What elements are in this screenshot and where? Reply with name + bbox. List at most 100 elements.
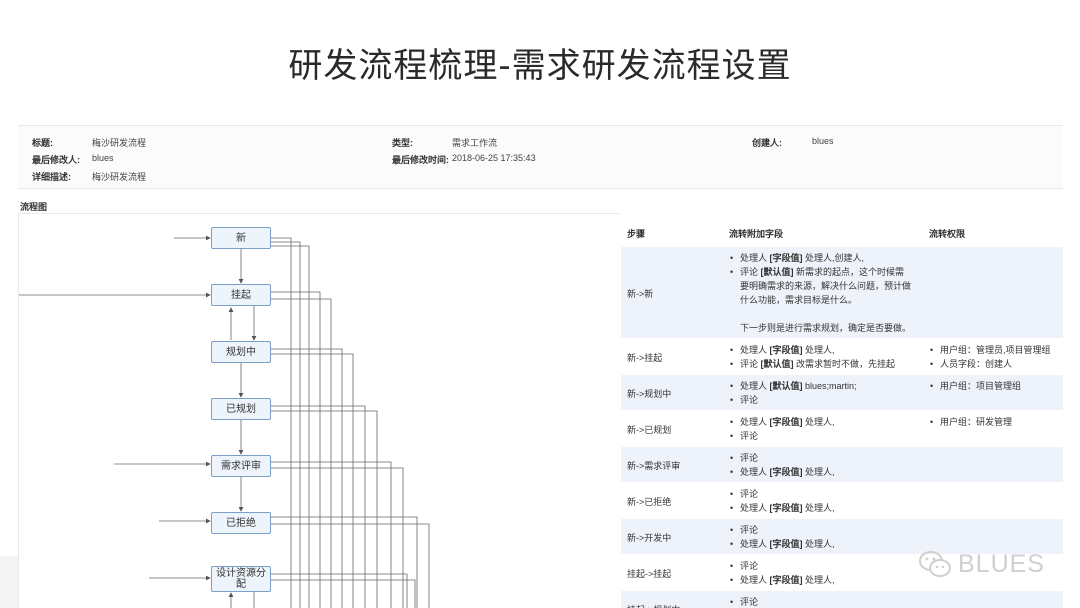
type-value: 需求工作流 [452,138,498,148]
field-value: blues;martin; [802,381,857,391]
field-kind: [字段值] [769,467,803,477]
workflow-meta-panel: 标题: 梅沙研发流程 类型: 需求工作流 创建人: blues 最后修改人: b… [18,125,1063,189]
field-value: 改需求暂时不做，先挂起 [793,359,896,369]
row-fields: 评论处理人 [字段值] 处理人, [729,487,929,515]
perm-item: 人员字段：创建人 [929,357,1063,371]
field-item: 评论 [729,487,929,501]
field-kind: [字段值] [769,345,803,355]
node-suspended[interactable]: 挂起 [211,284,271,306]
modifier-label: 最后修改人: [32,155,80,165]
type-label: 类型: [392,138,413,148]
field-kind: [默认值] [760,359,794,369]
row-fields: 处理人 [字段值] 处理人,创建人, 评论 [默认值] 新需求的起点，这个时候需要… [729,251,929,335]
row-step: 新->新 [627,289,654,299]
node-planned[interactable]: 已规划 [211,398,271,420]
table-row: 新->需求评审 评论处理人 [字段值] 处理人, [621,447,1063,483]
row-fields: 处理人 [字段值] 处理人,评论 [默认值] 改需求暂时不做，先挂起 [729,343,929,371]
field-name: 评论 [740,525,759,535]
field-kind: [字段值] [769,575,803,585]
field-name: 处理人 [740,575,770,585]
row-perms: 用户组：项目管理组 [929,379,1063,393]
field-value: 处理人, [802,503,835,513]
node-design-resource-allocation[interactable]: 设计资源分配 [211,566,271,592]
field-item [729,307,929,321]
row-step: 新->开发中 [627,533,672,543]
field-name: 评论 [740,453,759,463]
perm-item: 用户组：研发管理 [929,415,1063,429]
field-kind: [字段值] [769,417,803,427]
row-step: 新->已拒绝 [627,497,672,507]
field-kind: [默认值] [760,267,794,277]
watermark-text: BLUES [958,549,1045,578]
field-item: 处理人 [字段值] 处理人, [729,537,929,551]
field-item: 处理人 [字段值] 处理人, [729,501,929,515]
field-name: 评论 [740,359,761,369]
slide-title: 研发流程梳理-需求研发流程设置 [288,46,792,86]
field-name: 评论 [740,395,759,405]
field-value: 下一步则是进行需求规划，确定是否要做。 [740,323,912,333]
field-item: 处理人 [字段值] 处理人, [729,343,929,357]
node-new[interactable]: 新 [211,227,271,249]
row-step: 新->需求评审 [627,461,681,471]
field-value: 处理人, [802,575,835,585]
field-item: 评论 [729,523,929,537]
row-step: 新->已规划 [627,425,672,435]
modifier-value: blues [92,153,114,163]
row-fields: 评论处理人 [字段值] 处理人, [729,451,929,479]
node-review[interactable]: 需求评审 [211,455,271,477]
field-value: 什么功能，需求目标是什么。 [740,295,858,305]
row-step: 新->挂起 [627,353,663,363]
title-value: 梅沙研发流程 [92,138,147,148]
field-item: 下一步则是进行需求规划，确定是否要做。 [729,321,929,335]
field-item: 评论 [729,429,929,443]
row-fields: 评论处理人 [字段值] 处理人, [729,523,929,551]
title-label: 标题: [32,138,53,148]
table-row: 新->挂起处理人 [字段值] 处理人,评论 [默认值] 改需求暂时不做，先挂起用… [621,339,1063,375]
field-item: 处理人 [字段值] 处理人, [729,465,929,479]
creator-label: 创建人: [752,138,782,148]
header-fields: 流转附加字段 [729,229,784,239]
workflow-diagram: 新 挂起 规划中 已规划 需求评审 已拒绝 设计资源分配 [18,213,619,608]
field-value: 新需求的起点，这个时候需 [793,267,905,277]
perm-item: 用户组：管理员,项目管理组 [929,343,1063,357]
field-value: 处理人, [802,417,835,427]
workflow-connectors [19,235,430,608]
field-name: 评论 [740,561,759,571]
field-name: 评论 [740,597,759,607]
node-rejected[interactable]: 已拒绝 [211,512,271,534]
field-value: 处理人,创建人, [802,253,865,263]
table-row: 新->规划中 处理人 [默认值] blues;martin; 评论 用户组：项目管理组 [621,375,1063,411]
row-perms: 用户组：研发管理 [929,415,1063,429]
field-name: 处理人 [740,467,770,477]
row-perms: 用户组：管理员,项目管理组人员字段：创建人 [929,343,1063,371]
row-fields: 处理人 [字段值] 处理人, 评论 [729,415,929,443]
field-name: 处理人 [740,381,770,391]
field-name: 处理人 [740,503,770,513]
table-row: 新->已拒绝 评论处理人 [字段值] 处理人, [621,483,1063,519]
field-value: 要明确需求的来源，解决什么问题，预计做 [740,281,912,291]
row-fields: 评论处理人 [字段值] 处理人, [729,595,929,608]
field-name: 评论 [740,431,759,441]
watermark: BLUES [918,546,1045,582]
row-step: 挂起->挂起 [627,569,672,579]
field-item: 评论 [默认值] 改需求暂时不做，先挂起 [729,357,929,371]
field-name: 评论 [740,267,761,277]
field-name: 处理人 [740,539,770,549]
field-item: 评论 [729,595,929,608]
field-value: 处理人, [802,345,835,355]
header-step: 步骤 [627,229,646,239]
table-row: 新->新 处理人 [字段值] 处理人,创建人, 评论 [默认值] 新需求的起点，这个… [621,247,1063,339]
field-item: 处理人 [字段值] 处理人,创建人, [729,251,929,265]
flowchart-section-label: 流程图 [20,202,48,212]
field-kind: [字段值] [769,539,803,549]
table-row: 新->已规划 处理人 [字段值] 处理人, 评论 用户组：研发管理 [621,411,1063,447]
row-step: 挂起->规划中 [627,603,680,608]
field-name: 处理人 [740,253,770,263]
header-perms: 流转权限 [929,229,966,239]
node-planning[interactable]: 规划中 [211,341,271,363]
row-step: 新->规划中 [627,389,672,399]
field-kind: [字段值] [769,253,803,263]
field-name: 处理人 [740,417,770,427]
field-kind: [字段值] [769,503,803,513]
field-item: 评论 [729,393,929,407]
